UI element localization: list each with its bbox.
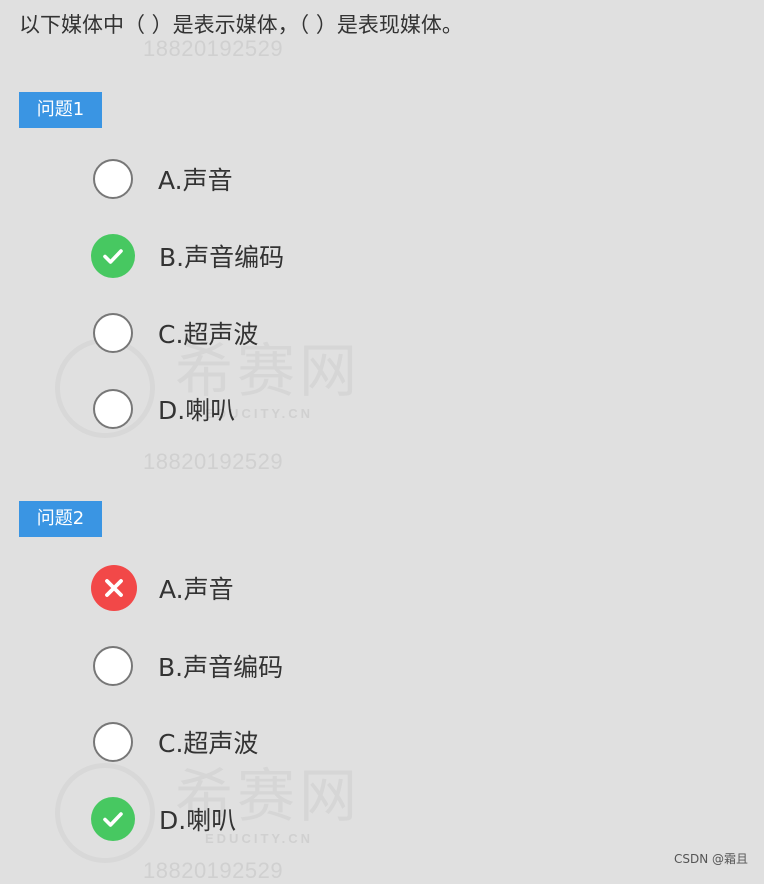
question-text: 以下媒体中（ ）是表示媒体，（ ）是表现媒体。 (19, 13, 463, 37)
radio-button[interactable] (93, 313, 133, 353)
option-q1-d[interactable]: D.喇叭 (93, 387, 235, 431)
check-icon-glyph (103, 812, 123, 827)
section-label-question-2: 问题2 (19, 501, 102, 537)
watermark-phone: 18820192529 (143, 449, 284, 474)
option-label: B.声音编码 (159, 243, 285, 272)
option-label: D.喇叭 (158, 396, 236, 425)
radio-button[interactable] (93, 722, 133, 762)
section-label-question-1: 问题1 (19, 92, 102, 128)
option-q1-b[interactable]: B.声音编码 (91, 234, 285, 278)
radio-button[interactable] (93, 159, 133, 199)
option-label: B.声音编码 (158, 653, 284, 682)
radio-button[interactable] (93, 646, 133, 686)
option-q1-c[interactable]: C.超声波 (93, 311, 258, 355)
option-q2-c[interactable]: C.超声波 (93, 720, 258, 764)
option-q2-b[interactable]: B.声音编码 (93, 644, 283, 688)
watermark-phone: 18820192529 (143, 858, 284, 883)
cross-icon[interactable] (91, 565, 137, 611)
cross-icon-glyph (105, 579, 123, 597)
check-icon-glyph (103, 249, 123, 264)
option-label: C.超声波 (158, 729, 259, 758)
option-q2-a[interactable]: A.声音 (91, 565, 234, 611)
option-label: C.超声波 (158, 320, 259, 349)
option-label: D.喇叭 (159, 806, 237, 835)
footer-credit: CSDN @霜且 (673, 852, 748, 866)
option-q2-d[interactable]: D.喇叭 (91, 797, 237, 841)
check-icon[interactable] (91, 234, 135, 278)
option-label: A.声音 (159, 575, 234, 604)
check-icon[interactable] (91, 797, 135, 841)
radio-button[interactable] (93, 389, 133, 429)
option-q1-a[interactable]: A.声音 (93, 157, 233, 201)
option-label: A.声音 (158, 166, 233, 195)
watermark-phone: 18820192529 (143, 36, 284, 61)
